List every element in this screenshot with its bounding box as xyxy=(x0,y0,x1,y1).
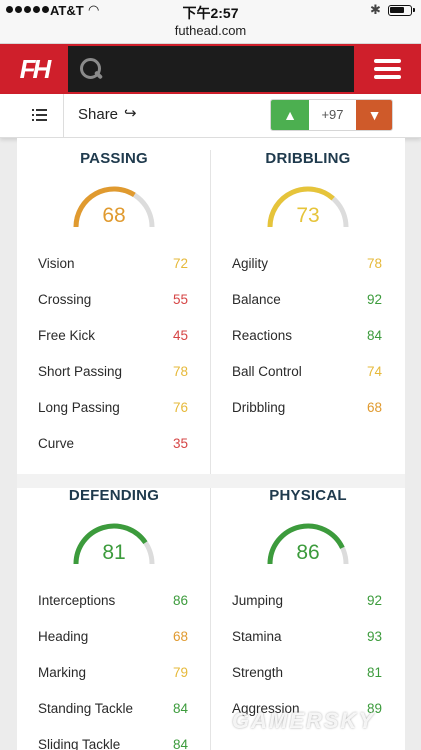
stat-row: Crossing 55 xyxy=(38,292,188,312)
stat-value: 72 xyxy=(172,256,188,271)
toolbar-divider xyxy=(63,94,64,138)
stat-value: 68 xyxy=(172,629,188,644)
stat-value: 86 xyxy=(172,593,188,608)
stat-value: 79 xyxy=(172,665,188,680)
stat-category-defending: DEFENDING 81 Interceptions 86 Heading 68 Marki… xyxy=(17,475,211,750)
stat-value: 74 xyxy=(366,364,382,379)
stat-name: Curve xyxy=(38,436,75,451)
stat-row: Stamina 93 xyxy=(232,629,382,649)
stat-name: Vision xyxy=(38,256,75,271)
stat-value: 92 xyxy=(366,292,382,307)
stat-name: Stamina xyxy=(232,629,282,644)
stat-name: Sliding Tackle xyxy=(38,737,121,750)
stat-name: Jumping xyxy=(232,593,284,608)
stat-row: Dribbling 68 xyxy=(232,400,382,420)
stat-row: Jumping 92 xyxy=(232,593,382,613)
stat-row: Agility 78 xyxy=(232,256,382,276)
status-bar: AT&T ◠ 下午2:57 ✱ xyxy=(0,0,421,22)
category-rating: 81 xyxy=(102,541,126,564)
stat-value: 93 xyxy=(366,629,382,644)
stat-row: Standing Tackle 84 xyxy=(38,701,188,721)
list-menu-icon[interactable] xyxy=(32,108,48,122)
stat-row: Marking 79 xyxy=(38,665,188,685)
vote-count: +97 xyxy=(321,107,344,122)
category-title: PASSING xyxy=(80,150,148,167)
futhead-logo[interactable]: FH xyxy=(0,44,68,94)
stat-row: Curve 35 xyxy=(38,436,188,456)
stat-name: Interceptions xyxy=(38,593,116,608)
stat-category-dribbling: DRIBBLING 73 Agility 78 Balance 92 Reactions 84… xyxy=(211,138,405,438)
share-button[interactable]: Share xyxy=(78,106,118,123)
stat-value: 84 xyxy=(172,737,188,750)
stat-row: Interceptions 86 xyxy=(38,593,188,613)
stat-name: Agility xyxy=(232,256,269,271)
stat-value: 45 xyxy=(172,328,188,343)
stat-row: Heading 68 xyxy=(38,629,188,649)
site-header: FH xyxy=(0,44,421,94)
stat-value: 68 xyxy=(366,400,382,415)
stat-name: Reactions xyxy=(232,328,293,343)
logo-mark: FH xyxy=(19,53,52,84)
stat-row: Free Kick 45 xyxy=(38,328,188,348)
stat-value: 78 xyxy=(366,256,382,271)
stat-value: 84 xyxy=(366,328,382,343)
stat-value: 76 xyxy=(172,400,188,415)
search-icon[interactable] xyxy=(78,56,106,84)
category-title: DEFENDING xyxy=(68,487,160,504)
category-title: PHYSICAL xyxy=(269,487,347,504)
share-toolbar: Share ↪ ▲ +97 ▼ xyxy=(0,94,421,138)
stat-name: Dribbling xyxy=(232,400,286,415)
address-bar[interactable]: futhead.com xyxy=(0,22,421,44)
category-rating: 68 xyxy=(102,204,126,227)
stat-row: Ball Control 74 xyxy=(232,364,382,384)
stat-value: 84 xyxy=(172,701,188,716)
category-title: DRIBBLING xyxy=(265,150,351,167)
stat-name: Standing Tackle xyxy=(38,701,134,716)
stat-row: Balance 92 xyxy=(232,292,382,312)
thumbs-down-icon[interactable]: ▼ xyxy=(356,100,392,130)
watermark: GAMERSKY xyxy=(232,708,376,733)
stat-name: Strength xyxy=(232,665,284,680)
stat-value: 92 xyxy=(366,593,382,608)
stat-name: Heading xyxy=(38,629,89,644)
category-rating: 73 xyxy=(296,204,320,227)
stat-name: Short Passing xyxy=(38,364,123,379)
stat-value: 81 xyxy=(366,665,382,680)
stat-name: Free Kick xyxy=(38,328,96,343)
stat-row: Short Passing 78 xyxy=(38,364,188,384)
stat-value: 35 xyxy=(172,436,188,451)
stat-name: Balance xyxy=(232,292,281,307)
stat-row: Reactions 84 xyxy=(232,328,382,348)
thumbs-up-icon[interactable]: ▲ xyxy=(271,100,309,130)
stat-value: 78 xyxy=(172,364,188,379)
stat-value: 55 xyxy=(172,292,188,307)
hamburger-menu-button[interactable] xyxy=(354,44,421,94)
stat-category-passing: PASSING 68 Vision 72 Crossing 55 Free Kick 45 Sh… xyxy=(17,138,211,451)
stat-name: Crossing xyxy=(38,292,92,307)
category-rating: 86 xyxy=(296,541,320,564)
share-icon[interactable]: ↪ xyxy=(124,104,137,122)
stat-row: Long Passing 76 xyxy=(38,400,188,420)
vote-widget: ▲ +97 ▼ xyxy=(270,99,393,131)
stat-name: Ball Control xyxy=(232,364,302,379)
bluetooth-icon: ✱ xyxy=(370,2,381,17)
stat-row: Strength 81 xyxy=(232,665,382,685)
stat-name: Marking xyxy=(38,665,87,680)
stat-row: Sliding Tackle 84 xyxy=(38,737,188,750)
stat-row: Vision 72 xyxy=(38,256,188,276)
clock: 下午2:57 xyxy=(182,5,239,21)
stat-name: Long Passing xyxy=(38,400,120,415)
battery-icon xyxy=(388,5,415,16)
